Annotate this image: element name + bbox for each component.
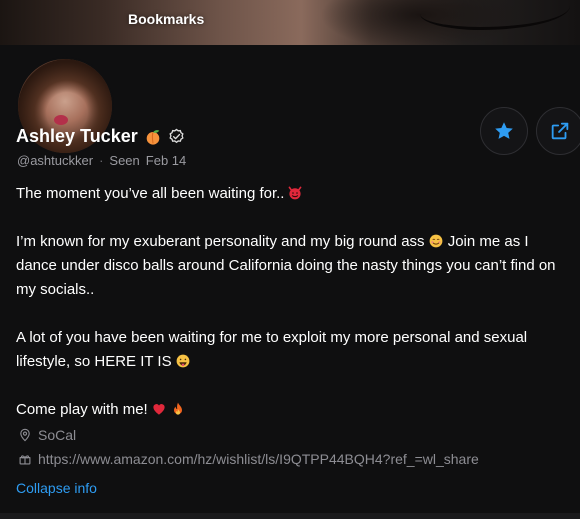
verified-icon: [169, 128, 184, 144]
star-icon: [495, 122, 513, 139]
bookmark-star-button[interactable]: [480, 107, 528, 155]
handle-row: @ashtuckker · Seen Feb 14: [17, 153, 186, 168]
cover-image: Bookmarks: [0, 0, 580, 45]
separator-dot: ·: [99, 153, 104, 168]
bio-text: A lot of you have been waiting for me to…: [16, 329, 528, 370]
profile-handle: @ashtuckker: [17, 153, 94, 168]
devil-emoji: [289, 186, 302, 200]
bio-paragraph-3: A lot of you have been waiting for me to…: [16, 326, 572, 374]
smile-emoji: [429, 234, 442, 248]
location-text: SoCal: [38, 427, 77, 443]
peach-icon: [146, 129, 160, 145]
fire-emoji: [173, 402, 182, 415]
gift-icon: [19, 455, 31, 465]
location-pin-icon: [20, 428, 30, 442]
share-icon: [551, 122, 569, 140]
bio-paragraph-4: Come play with me!: [16, 398, 572, 422]
tongue-emoji: [176, 354, 190, 368]
seen-date: Feb 14: [145, 153, 187, 168]
bottom-divider: [0, 513, 580, 519]
bio-paragraph-2: I’m known for my exuberant personality a…: [16, 230, 572, 302]
seen-label: Seen: [109, 153, 140, 168]
bio-text: The moment you’ve all been waiting for..: [16, 185, 285, 202]
bio-text: I’m known for my exuberant personality a…: [16, 233, 425, 250]
wishlist-link[interactable]: https://www.amazon.com/hz/wishlist/ls/I9…: [38, 451, 479, 467]
profile-name: Ashley Tucker: [16, 126, 138, 146]
cover-title: Bookmarks: [128, 11, 205, 27]
collapse-info-link[interactable]: Collapse info: [16, 480, 97, 496]
bio-line-1: The moment you’ve all been waiting for..: [16, 182, 572, 206]
location-row: SoCal: [18, 427, 76, 443]
heart-emoji: [153, 404, 165, 415]
name-row: Ashley Tucker: [16, 126, 185, 147]
bio-text: Come play with me!: [16, 401, 148, 418]
link-row[interactable]: https://www.amazon.com/hz/wishlist/ls/I9…: [18, 451, 479, 467]
share-button[interactable]: [536, 107, 580, 155]
